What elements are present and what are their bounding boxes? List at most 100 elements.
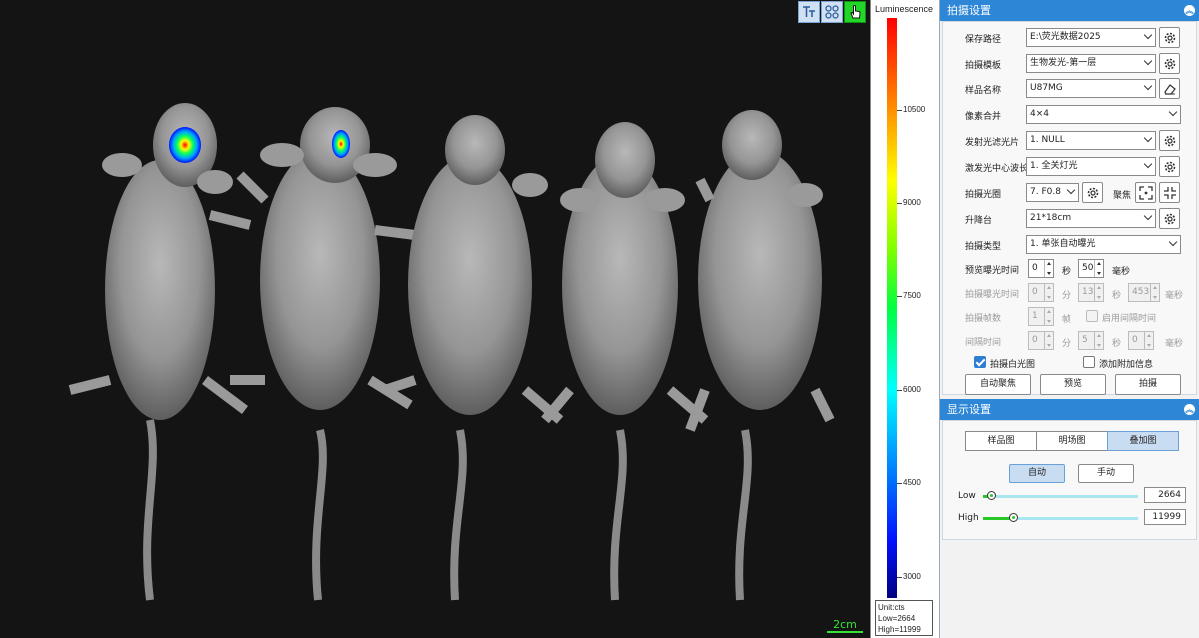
stage-combo[interactable]: 21*18cm xyxy=(1026,209,1156,228)
focus-contract-icon xyxy=(1163,186,1176,199)
auto-button[interactable]: 自动 xyxy=(1009,464,1065,483)
spin-arrows-icon[interactable] xyxy=(1044,332,1053,349)
legend-tick xyxy=(897,296,902,297)
high-slider[interactable] xyxy=(983,513,1138,522)
template-settings-button[interactable] xyxy=(1159,53,1180,74)
capture-exposure-min-input[interactable]: 0 xyxy=(1028,283,1054,302)
spin-arrows-icon[interactable] xyxy=(1150,284,1159,301)
preview-exposure-ms-input[interactable]: 50 xyxy=(1078,259,1104,278)
autofocus-button[interactable]: 自动聚焦 xyxy=(965,374,1031,395)
display-settings-header[interactable]: 显示设置 ︽ xyxy=(940,399,1199,420)
stage-value: 21*18cm xyxy=(1030,213,1072,223)
white-light-checkbox[interactable] xyxy=(974,356,986,368)
tab-sample-image[interactable]: 样品图 xyxy=(965,431,1037,451)
interval-label: 间隔时间 xyxy=(965,338,1002,348)
binning-row: 像素合并 4×4 xyxy=(943,104,1199,126)
mouse-1 xyxy=(68,103,252,601)
unit-label: 秒 xyxy=(1112,339,1122,349)
mouse-3 xyxy=(383,115,564,601)
capture-type-combo[interactable]: 1. 单张自动曝光 xyxy=(1026,235,1181,254)
excitation-combo[interactable]: 1. 全关灯光 xyxy=(1026,157,1156,176)
interval-ms-input[interactable]: 0 xyxy=(1128,331,1154,350)
aperture-combo[interactable]: 7. F0.8 xyxy=(1026,183,1079,202)
excitation-value: 1. 全关灯光 xyxy=(1030,161,1078,171)
sample-label: 样品名称 xyxy=(965,86,1002,96)
spin-arrows-icon[interactable] xyxy=(1094,332,1103,349)
binning-combo[interactable]: 4×4 xyxy=(1026,105,1181,124)
stage-label: 升降台 xyxy=(965,216,993,226)
spin-arrows-icon[interactable] xyxy=(1094,260,1103,277)
unit-label: 分 xyxy=(1062,339,1072,349)
viewer-toolbar xyxy=(798,1,866,23)
frames-row: 拍摄帧数 1 帧 启用间隔时间 xyxy=(943,306,1199,328)
capture-type-row: 拍摄类型 1. 单张自动曝光 xyxy=(943,234,1199,256)
capture-settings-title: 拍摄设置 xyxy=(947,4,991,17)
sample-combo[interactable]: U87MG xyxy=(1026,79,1156,98)
save-path-combo[interactable]: E:\荧光数据2025 xyxy=(1026,28,1156,47)
roi-tool-button[interactable] xyxy=(821,1,843,23)
shoot-button[interactable]: 拍摄 xyxy=(1115,374,1181,395)
capture-exposure-label: 拍摄曝光时间 xyxy=(965,290,1020,300)
chevron-down-icon xyxy=(1143,56,1153,66)
image-viewer[interactable]: 2cm xyxy=(0,0,870,638)
interval-min-input[interactable]: 0 xyxy=(1028,331,1054,350)
hand-pointer-tool-button[interactable] xyxy=(844,1,866,23)
tab-overlay-image[interactable]: 叠加图 xyxy=(1107,431,1179,451)
emission-filter-label: 发射光滤光片 xyxy=(965,138,1020,148)
capture-type-value: 1. 单张自动曝光 xyxy=(1030,239,1096,249)
capture-exposure-sec-value: 13 xyxy=(1082,287,1094,297)
manual-button[interactable]: 手动 xyxy=(1078,464,1134,483)
legend-tick xyxy=(897,483,902,484)
low-value-input[interactable]: 2664 xyxy=(1144,487,1186,503)
legend-tick-label: 10500 xyxy=(903,105,926,114)
legend-tick xyxy=(897,577,902,578)
text-tool-button[interactable] xyxy=(798,1,820,23)
preview-button[interactable]: 预览 xyxy=(1040,374,1106,395)
binning-label: 像素合并 xyxy=(965,112,1002,122)
spin-arrows-icon[interactable] xyxy=(1094,284,1103,301)
text-tool-icon xyxy=(803,6,815,17)
stage-row: 升降台 21*18cm xyxy=(943,208,1199,230)
frames-input[interactable]: 1 xyxy=(1028,307,1054,326)
interval-min-value: 0 xyxy=(1032,335,1038,345)
high-slider-thumb[interactable] xyxy=(1009,513,1018,522)
focus-contract-button[interactable] xyxy=(1159,182,1180,203)
aperture-settings-button[interactable] xyxy=(1082,182,1103,203)
focus-expand-button[interactable] xyxy=(1135,182,1156,203)
spin-arrows-icon[interactable] xyxy=(1044,260,1053,277)
collapse-icon[interactable]: ︽ xyxy=(1184,5,1195,16)
tab-brightfield-image[interactable]: 明场图 xyxy=(1036,431,1108,451)
interval-sec-input[interactable]: 5 xyxy=(1078,331,1104,350)
mouse-4 xyxy=(541,122,709,601)
spin-arrows-icon[interactable] xyxy=(1144,332,1153,349)
save-path-settings-button[interactable] xyxy=(1159,27,1180,48)
excitation-settings-button[interactable] xyxy=(1159,156,1180,177)
spin-arrows-icon[interactable] xyxy=(1044,308,1053,325)
stage-settings-button[interactable] xyxy=(1159,208,1180,229)
sample-eraser-button[interactable] xyxy=(1159,78,1180,99)
capture-exposure-row: 拍摄曝光时间 0 分 13 秒 453 毫秒 xyxy=(943,282,1199,304)
enable-interval-checkbox[interactable] xyxy=(1086,310,1098,322)
white-light-label: 拍摄白光图 xyxy=(990,360,1036,370)
gear-icon xyxy=(1164,32,1175,43)
template-combo[interactable]: 生物发光-第一层 xyxy=(1026,54,1156,73)
collapse-icon[interactable]: ︽ xyxy=(1184,404,1195,415)
capture-exposure-sec-input[interactable]: 13 xyxy=(1078,283,1104,302)
interval-sec-value: 5 xyxy=(1082,335,1088,345)
unit-label: 毫秒 xyxy=(1165,339,1184,349)
legend-tick-label: 6000 xyxy=(903,385,921,394)
extra-info-checkbox[interactable] xyxy=(1083,356,1095,368)
capture-exposure-ms-input[interactable]: 453 xyxy=(1128,283,1160,302)
emission-settings-button[interactable] xyxy=(1159,130,1180,151)
spin-arrows-icon[interactable] xyxy=(1044,284,1053,301)
save-path-value: E:\荧光数据2025 xyxy=(1030,32,1101,42)
emission-filter-combo[interactable]: 1. NULL xyxy=(1026,131,1156,150)
signal-hotspot-1 xyxy=(169,127,201,163)
low-slider[interactable] xyxy=(983,491,1138,500)
high-value-input[interactable]: 11999 xyxy=(1144,509,1186,525)
capture-settings-header[interactable]: 拍摄设置 ︽ xyxy=(940,0,1199,21)
preview-exposure-sec-input[interactable]: 0 xyxy=(1028,259,1054,278)
focus-expand-icon xyxy=(1138,185,1153,200)
legend-high: High=11999 xyxy=(878,625,921,634)
low-slider-thumb[interactable] xyxy=(987,491,996,500)
